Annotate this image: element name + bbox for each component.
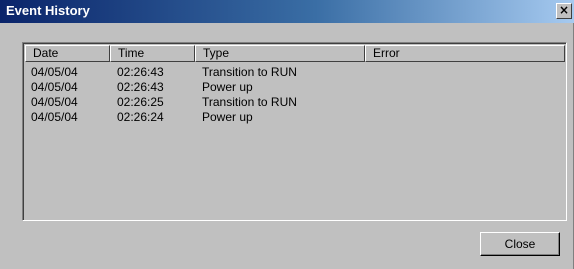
cell-time: 02:26:25 bbox=[117, 95, 164, 109]
table-row[interactable]: 04/05/04 02:26:25 Transition to RUN bbox=[25, 95, 565, 110]
list-rows: 04/05/04 02:26:43 Transition to RUN 04/0… bbox=[25, 65, 565, 125]
column-header-date[interactable]: Date bbox=[25, 45, 110, 62]
cell-date: 04/05/04 bbox=[31, 80, 78, 94]
table-row[interactable]: 04/05/04 02:26:43 Power up bbox=[25, 80, 565, 95]
event-list[interactable]: Date Time Type Error 04/05/04 02:26:43 T… bbox=[22, 42, 567, 221]
column-header-type[interactable]: Type bbox=[195, 45, 365, 62]
column-header-time[interactable]: Time bbox=[110, 45, 195, 62]
cell-date: 04/05/04 bbox=[31, 65, 78, 79]
cell-type: Power up bbox=[202, 80, 253, 94]
title-bar[interactable]: Event History × bbox=[0, 0, 574, 23]
column-header-error[interactable]: Error bbox=[365, 45, 565, 62]
cell-time: 02:26:24 bbox=[117, 110, 164, 124]
table-row[interactable]: 04/05/04 02:26:43 Transition to RUN bbox=[25, 65, 565, 80]
table-row[interactable]: 04/05/04 02:26:24 Power up bbox=[25, 110, 565, 125]
cell-type: Transition to RUN bbox=[202, 65, 297, 79]
cell-date: 04/05/04 bbox=[31, 95, 78, 109]
cell-date: 04/05/04 bbox=[31, 110, 78, 124]
cell-type: Power up bbox=[202, 110, 253, 124]
close-icon[interactable]: × bbox=[556, 3, 572, 19]
event-history-dialog: Event History × Date Time Type Error 04/… bbox=[0, 0, 574, 269]
dialog-title: Event History bbox=[6, 3, 90, 18]
cell-type: Transition to RUN bbox=[202, 95, 297, 109]
list-header: Date Time Type Error bbox=[25, 45, 565, 62]
close-button[interactable]: Close bbox=[480, 232, 560, 256]
cell-time: 02:26:43 bbox=[117, 65, 164, 79]
cell-time: 02:26:43 bbox=[117, 80, 164, 94]
